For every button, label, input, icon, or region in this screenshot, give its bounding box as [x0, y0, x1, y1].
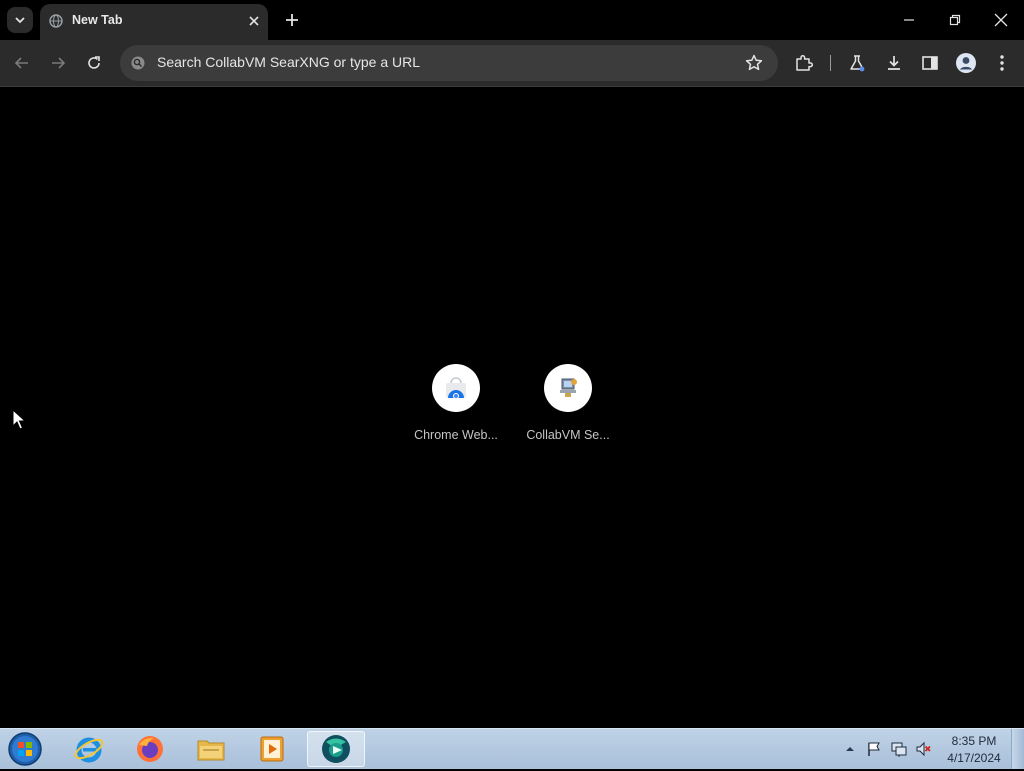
side-panel-button[interactable] — [918, 51, 942, 75]
action-center-flag-icon[interactable] — [866, 741, 882, 757]
bookmark-star-icon[interactable] — [744, 53, 764, 73]
minimize-icon — [904, 19, 914, 21]
show-hidden-icons-icon[interactable] — [843, 741, 857, 757]
search-engine-icon — [131, 56, 145, 70]
clock-date[interactable]: 4/17/2024 — [942, 751, 1006, 765]
windows-taskbar: 8:35 PM 4/17/2024 — [0, 728, 1024, 769]
media-player-icon — [260, 736, 284, 762]
address-bar[interactable]: Search CollabVM SearXNG or type a URL — [120, 45, 778, 81]
close-tab-icon[interactable] — [246, 13, 262, 29]
close-icon — [994, 13, 1008, 27]
mouse-cursor-icon — [12, 409, 26, 430]
shortcut-label: CollabVM Se... — [526, 428, 610, 442]
network-icon[interactable] — [891, 741, 907, 757]
browser-toolbar: Search CollabVM SearXNG or type a URL — [0, 40, 1024, 87]
downloads-button[interactable] — [882, 51, 906, 75]
chrome-web-store-icon — [446, 377, 466, 399]
taskbar-chrome[interactable] — [307, 731, 365, 767]
volume-muted-icon[interactable] — [915, 741, 931, 757]
tab-new-tab[interactable]: New Tab — [40, 4, 268, 40]
reload-button[interactable] — [82, 51, 106, 75]
start-button[interactable] — [6, 731, 44, 767]
internet-explorer-icon — [74, 737, 104, 763]
shortcut-label: Chrome Web... — [414, 428, 498, 442]
profile-avatar-icon — [956, 53, 976, 73]
chrome-icon — [322, 735, 350, 763]
shortcut-tile[interactable]: CollabVM Se... — [518, 364, 618, 454]
download-icon — [888, 56, 900, 70]
taskbar-firefox[interactable] — [121, 731, 179, 767]
show-desktop-button[interactable] — [1011, 729, 1024, 769]
tab-search-button[interactable] — [7, 7, 33, 33]
flask-icon — [850, 55, 865, 72]
taskbar-file-explorer[interactable] — [182, 731, 240, 767]
new-tab-page: Chrome Web... CollabVM Se... — [0, 87, 1024, 728]
clock-time[interactable]: 8:35 PM — [942, 734, 1006, 748]
tab-strip: New Tab — [0, 0, 1024, 40]
restore-button[interactable] — [943, 8, 967, 32]
shortcut-icon-circle[interactable] — [432, 364, 480, 412]
shortcut-tile[interactable]: Chrome Web... — [406, 364, 506, 454]
file-explorer-icon — [197, 740, 225, 761]
arrow-left-icon — [14, 57, 28, 69]
restore-icon — [949, 14, 961, 26]
address-bar-placeholder: Search CollabVM SearXNG or type a URL — [157, 54, 420, 70]
minimize-button[interactable] — [897, 8, 921, 32]
new-tab-plus-icon[interactable] — [283, 11, 301, 29]
side-panel-icon — [922, 56, 938, 70]
globe-icon — [49, 14, 63, 28]
close-window-button[interactable] — [989, 8, 1013, 32]
labs-button[interactable] — [845, 51, 869, 75]
arrow-right-icon — [52, 57, 66, 69]
forward-button[interactable] — [46, 51, 70, 75]
chevron-down-icon — [15, 17, 25, 24]
extensions-button[interactable] — [792, 51, 816, 75]
tab-title: New Tab — [72, 13, 123, 27]
toolbar-separator — [830, 55, 831, 71]
more-vertical-icon — [1000, 55, 1004, 71]
puzzle-piece-icon — [796, 54, 814, 71]
taskbar-media-player[interactable] — [243, 731, 301, 767]
shortcut-icon-circle[interactable] — [544, 364, 592, 412]
chrome-menu-button[interactable] — [990, 51, 1014, 75]
windows-start-orb-icon — [8, 732, 42, 766]
taskbar-internet-explorer[interactable] — [60, 731, 118, 767]
profile-button[interactable] — [954, 51, 978, 75]
back-button[interactable] — [10, 51, 34, 75]
reload-icon — [88, 56, 100, 69]
collabvm-search-icon — [560, 378, 577, 397]
firefox-icon — [137, 736, 163, 762]
